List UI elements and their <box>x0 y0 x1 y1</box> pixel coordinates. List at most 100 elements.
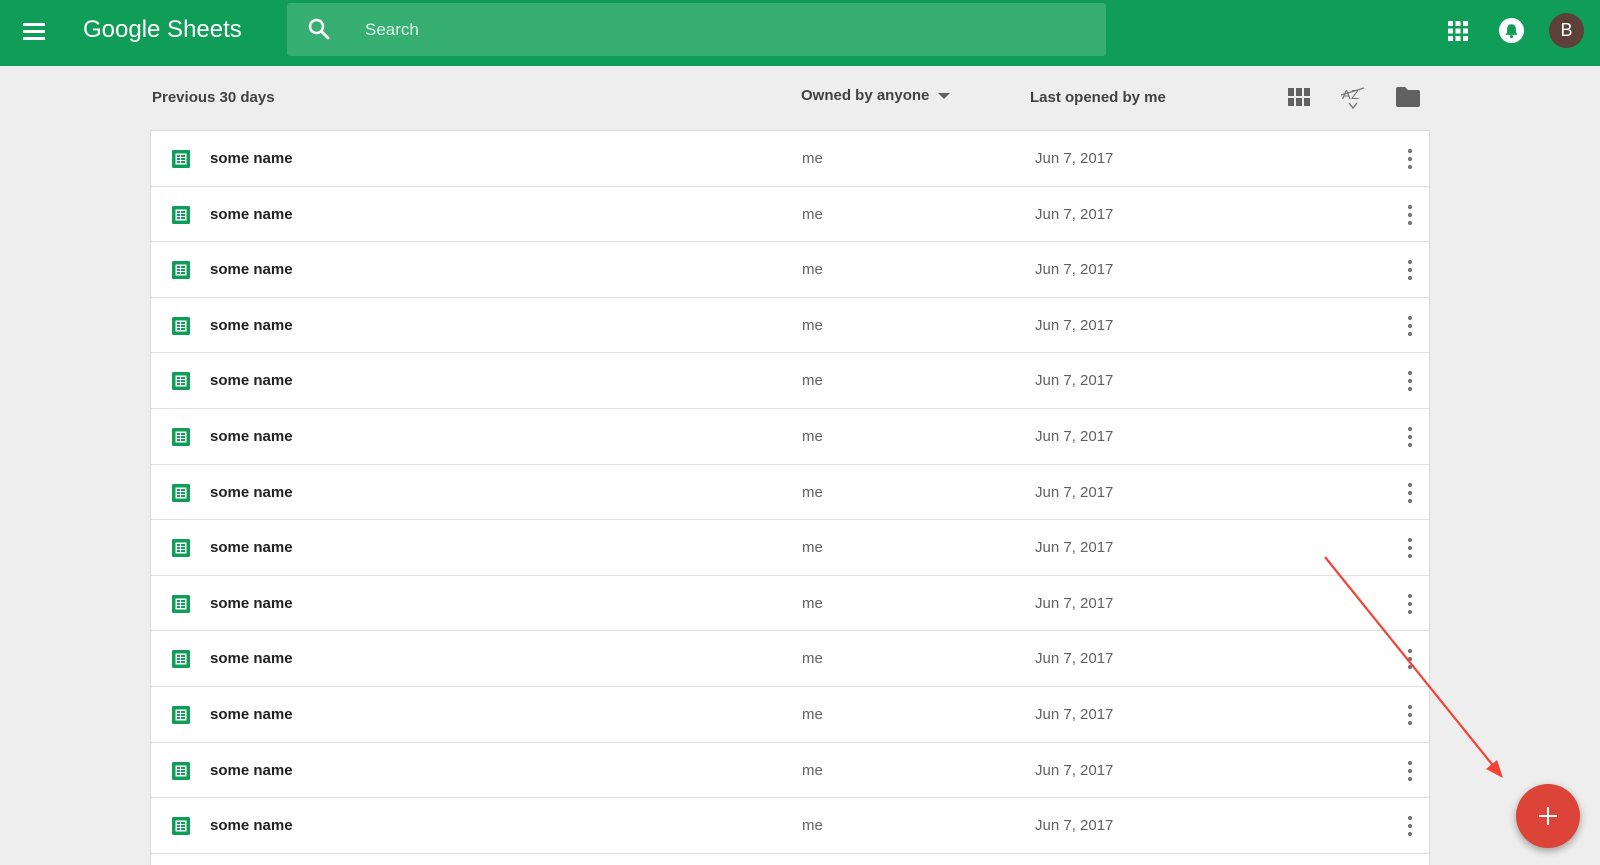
file-name[interactable]: some name <box>210 428 293 445</box>
sheets-file-icon <box>172 705 190 724</box>
file-owner: me <box>802 705 823 723</box>
file-list: some name me Jun 7, 2017 some name me Jun 7, … <box>150 130 1430 865</box>
app-title[interactable]: Google Sheets <box>83 14 242 46</box>
file-owner: me <box>802 205 823 223</box>
more-vert-icon[interactable] <box>1405 369 1415 393</box>
more-vert-icon[interactable] <box>1405 425 1415 449</box>
file-owner: me <box>802 150 823 167</box>
file-name[interactable]: some name <box>210 261 293 278</box>
more-vert-icon[interactable] <box>1405 703 1415 727</box>
table-row[interactable]: some name me Jun 7, 2017 <box>151 798 1429 854</box>
table-row[interactable]: some name me Jun 7, 2017 <box>151 687 1429 743</box>
file-last-opened: Jun 7, 2017 <box>1035 150 1114 167</box>
file-last-opened: Jun 7, 2017 <box>1035 316 1114 334</box>
folder-icon[interactable] <box>1395 86 1421 108</box>
search-icon[interactable] <box>307 17 331 41</box>
file-name[interactable]: some name <box>210 484 293 501</box>
more-vert-icon[interactable] <box>1405 481 1415 505</box>
file-last-opened: Jun 7, 2017 <box>1035 261 1114 279</box>
file-owner: me <box>802 427 823 445</box>
file-last-opened: Jun 7, 2017 <box>1035 483 1114 501</box>
more-vert-icon[interactable] <box>1405 814 1415 838</box>
caret-down-icon <box>938 93 951 100</box>
sort-az-icon[interactable]: A Z <box>1340 84 1366 110</box>
file-name[interactable]: some name <box>210 317 293 334</box>
sheets-file-icon <box>172 150 190 168</box>
file-owner: me <box>802 650 823 668</box>
table-row[interactable]: some name me Jun 7, 2017 <box>151 631 1429 687</box>
owner-filter-label: Owned by anyone <box>801 87 930 104</box>
search-box[interactable] <box>287 3 1106 56</box>
apps-grid-icon[interactable] <box>1447 20 1469 42</box>
sheets-file-icon <box>172 372 190 391</box>
more-vert-icon[interactable] <box>1405 147 1415 171</box>
period-label: Previous 30 days <box>152 89 275 106</box>
file-last-opened: Jun 7, 2017 <box>1035 761 1114 779</box>
file-owner: me <box>802 483 823 501</box>
file-owner: me <box>802 261 823 279</box>
grid-view-icon[interactable] <box>1288 88 1310 106</box>
file-owner: me <box>802 316 823 334</box>
sheets-file-icon <box>172 650 190 669</box>
file-last-opened: Jun 7, 2017 <box>1035 594 1114 612</box>
file-list-header: Previous 30 days Owned by anyone Last op… <box>150 70 1430 126</box>
sheets-file-icon <box>172 539 190 558</box>
file-name[interactable]: some name <box>210 206 293 223</box>
svg-text:Z: Z <box>1351 87 1359 102</box>
search-input[interactable] <box>365 3 1085 56</box>
file-owner: me <box>802 372 823 390</box>
more-vert-icon[interactable] <box>1405 203 1415 227</box>
table-row[interactable]: some name me Jun 7, 2017 <box>151 576 1429 632</box>
table-row[interactable]: some name me Jun 7, 2017 <box>151 409 1429 465</box>
file-name[interactable]: some name <box>210 817 293 834</box>
file-last-opened: Jun 7, 2017 <box>1035 539 1114 557</box>
create-new-button[interactable] <box>1516 784 1580 848</box>
table-row[interactable]: some name me Jun 7, 2017 <box>151 353 1429 409</box>
table-row[interactable]: some name me Jun 7, 2017 <box>151 242 1429 298</box>
table-row[interactable]: some name me Jun 7, 2017 <box>151 131 1429 187</box>
more-vert-icon[interactable] <box>1405 592 1415 616</box>
bell-icon[interactable] <box>1498 17 1525 44</box>
sort-column-label[interactable]: Last opened by me <box>1030 89 1166 106</box>
sheets-file-icon <box>172 261 190 280</box>
table-row[interactable]: some name me Jun 7, 2017 <box>151 743 1429 799</box>
sheets-file-icon <box>172 427 190 446</box>
plus-icon <box>1539 807 1557 825</box>
hamburger-icon <box>23 23 45 26</box>
file-name[interactable]: some name <box>210 150 293 167</box>
more-vert-icon[interactable] <box>1405 314 1415 338</box>
avatar[interactable]: B <box>1549 13 1584 48</box>
more-vert-icon[interactable] <box>1405 536 1415 560</box>
file-owner: me <box>802 539 823 557</box>
file-name[interactable]: some name <box>210 539 293 556</box>
file-last-opened: Jun 7, 2017 <box>1035 372 1114 390</box>
file-last-opened: Jun 7, 2017 <box>1035 705 1114 723</box>
file-last-opened: Jun 7, 2017 <box>1035 650 1114 668</box>
sheets-file-icon <box>172 761 190 780</box>
file-last-opened: Jun 7, 2017 <box>1035 817 1114 835</box>
file-name[interactable]: some name <box>210 372 293 389</box>
table-row[interactable]: some name me Jun 7, 2017 <box>151 298 1429 354</box>
table-row[interactable]: some name me Jun 7, 2017 <box>151 520 1429 576</box>
app-header: Google Sheets B <box>0 0 1600 66</box>
file-name[interactable]: some name <box>210 595 293 612</box>
table-row[interactable]: some name me Jun 7, 2017 <box>151 465 1429 521</box>
more-vert-icon[interactable] <box>1405 647 1415 671</box>
more-vert-icon[interactable] <box>1405 759 1415 783</box>
file-owner: me <box>802 594 823 612</box>
file-last-opened: Jun 7, 2017 <box>1035 205 1114 223</box>
sheets-file-icon <box>172 205 190 224</box>
more-vert-icon[interactable] <box>1405 258 1415 282</box>
table-row[interactable]: some name me Jun 7, 2017 <box>151 187 1429 243</box>
file-name[interactable]: some name <box>210 762 293 779</box>
file-owner: me <box>802 817 823 835</box>
file-last-opened: Jun 7, 2017 <box>1035 427 1114 445</box>
file-name[interactable]: some name <box>210 650 293 667</box>
owner-filter-dropdown[interactable]: Owned by anyone <box>801 87 951 104</box>
sheets-file-icon <box>172 483 190 502</box>
file-owner: me <box>802 761 823 779</box>
sheets-file-icon <box>172 316 190 335</box>
file-name[interactable]: some name <box>210 706 293 723</box>
sheets-file-icon <box>172 594 190 613</box>
main-menu-button[interactable] <box>20 18 48 46</box>
